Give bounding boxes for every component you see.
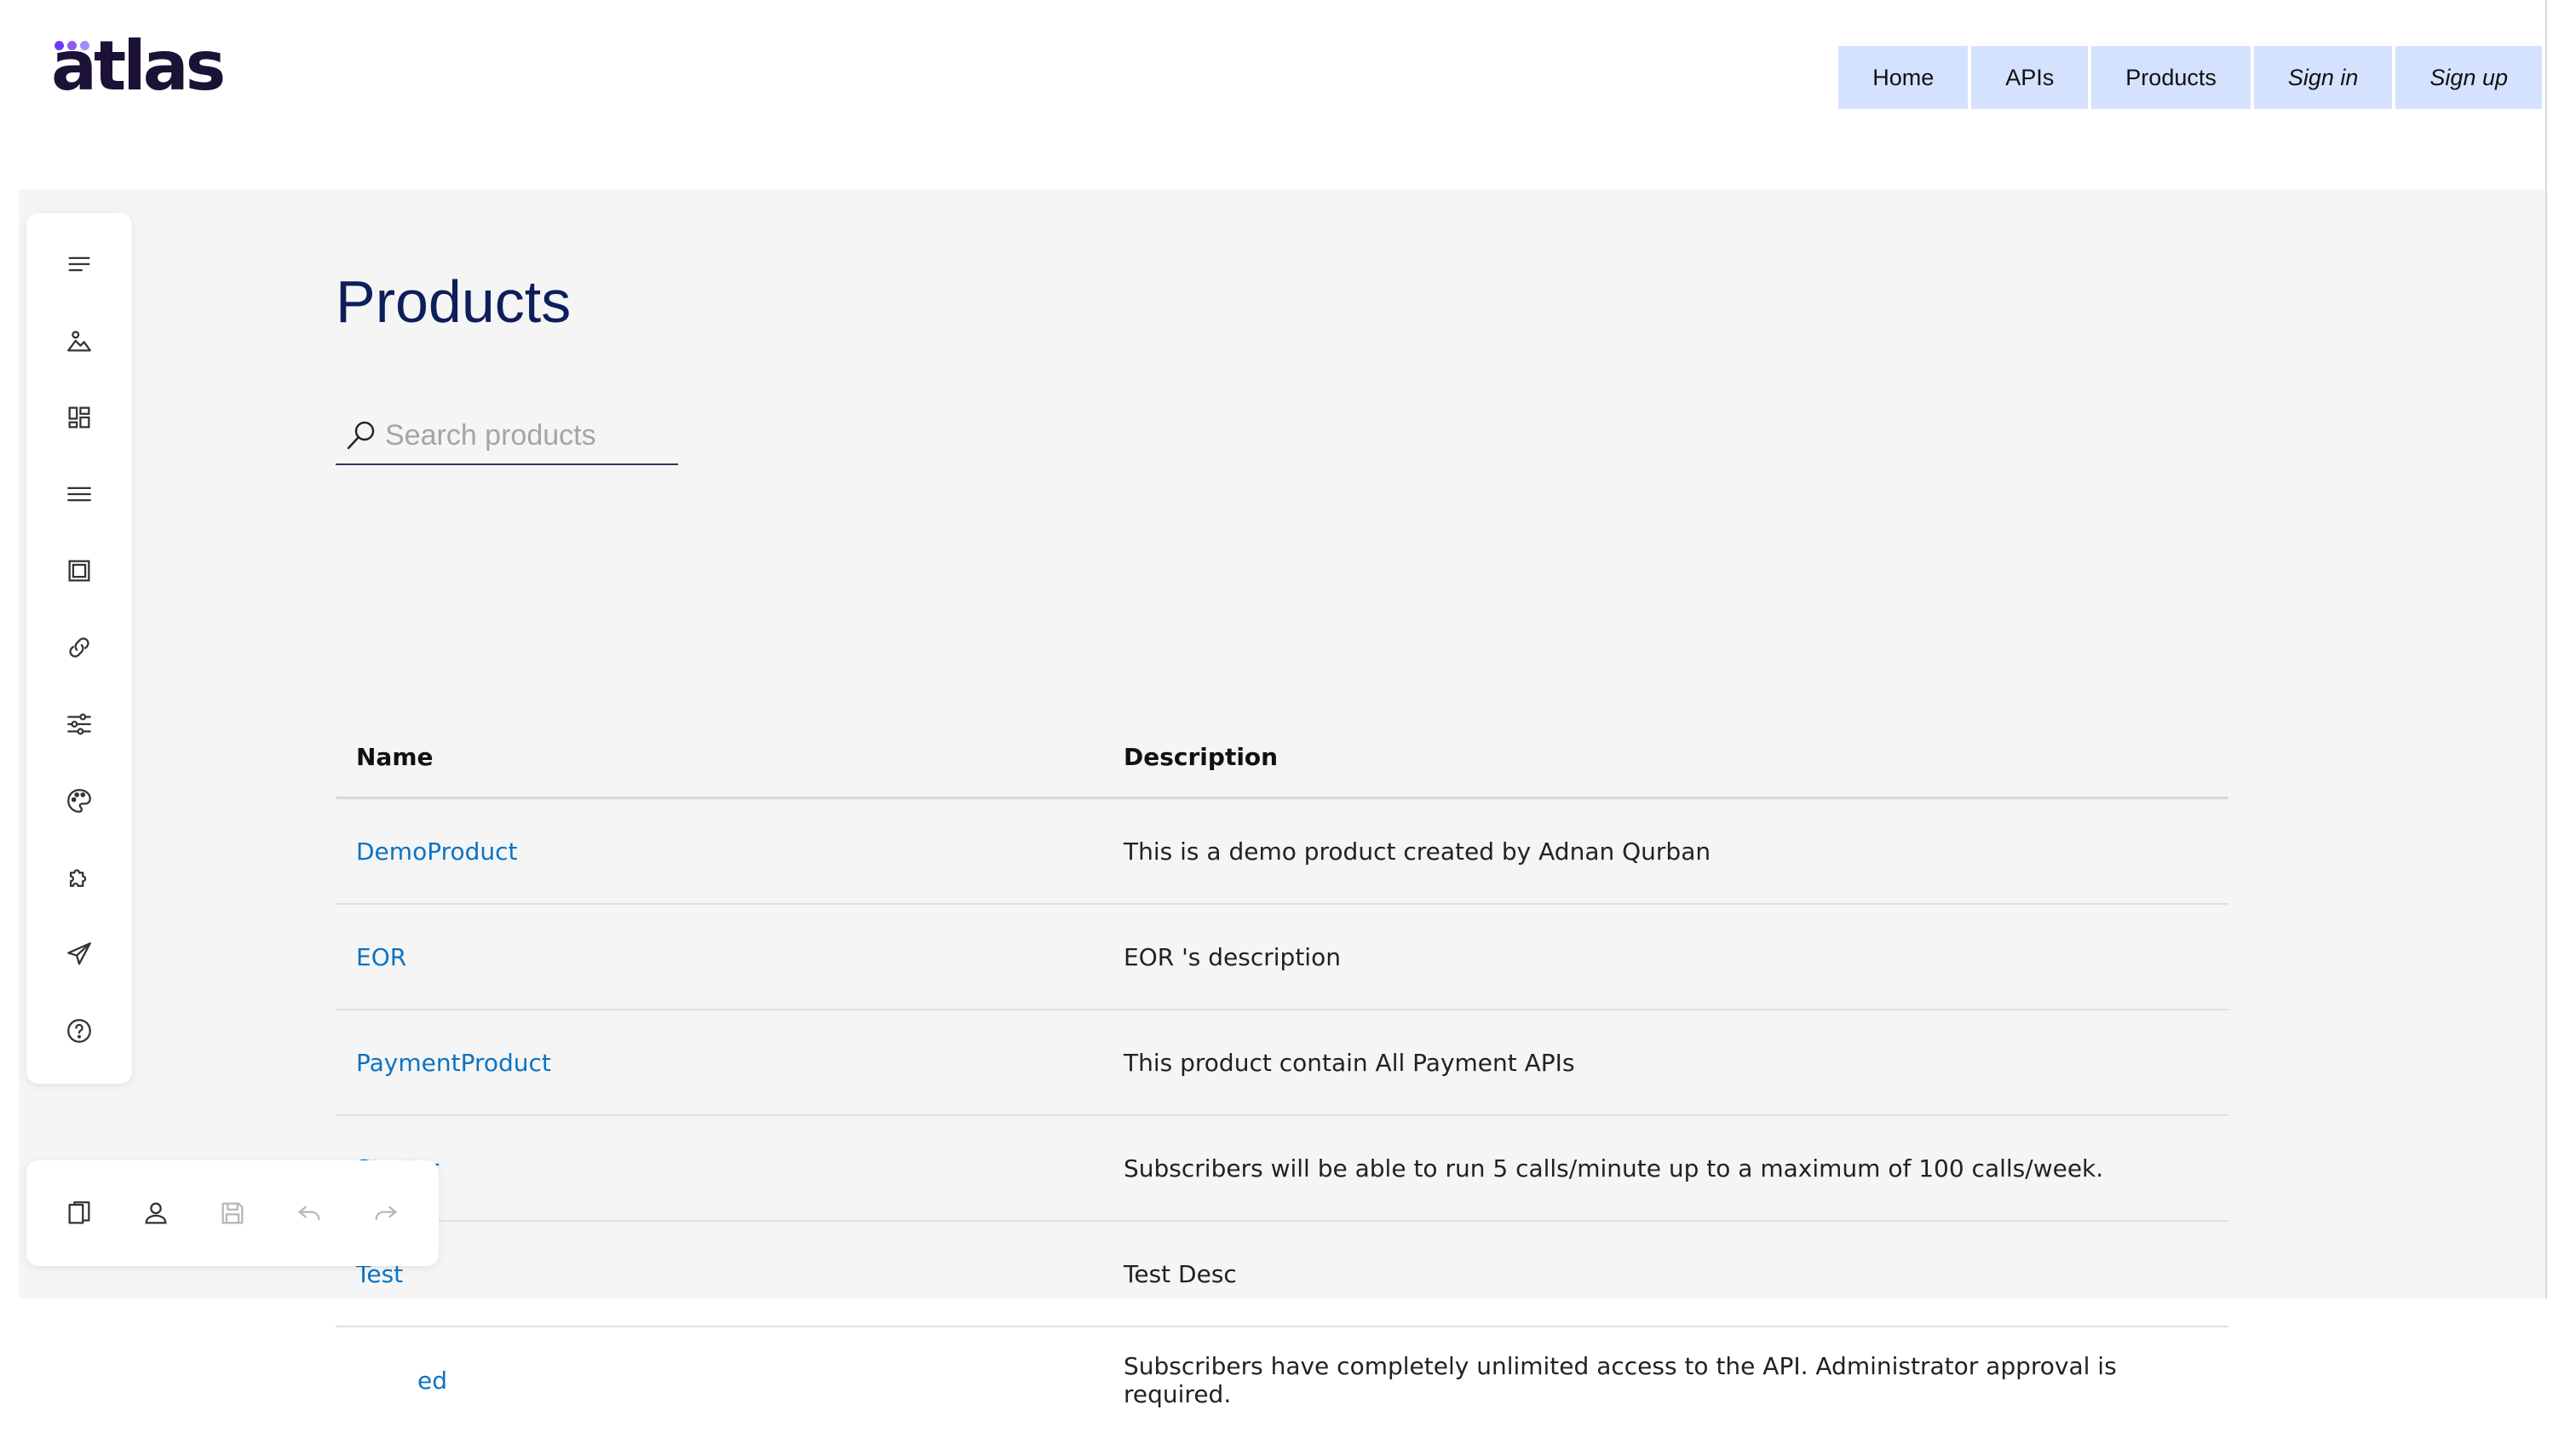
product-description: This is a demo product created by Adnan … — [1124, 837, 1711, 866]
table-header: Name Description — [336, 717, 2228, 799]
dashboard-icon[interactable] — [55, 394, 103, 441]
puzzle-icon[interactable] — [55, 854, 103, 901]
search-input[interactable] — [382, 418, 663, 452]
product-description: Subscribers will be able to run 5 calls/… — [1124, 1154, 2104, 1183]
header-description: Description — [1124, 743, 1279, 771]
table-row: ed Subscribers have completely unlimited… — [336, 1327, 2228, 1433]
header: atlas Home APIs Products Sign in Sign up — [0, 0, 2576, 189]
table-row: Test Test Desc — [336, 1222, 2228, 1327]
menu-icon[interactable] — [55, 470, 103, 518]
save-icon[interactable] — [209, 1189, 256, 1237]
sliders-icon[interactable] — [55, 700, 103, 748]
top-nav: Home APIs Products Sign in Sign up — [1838, 46, 2542, 109]
image-icon[interactable] — [55, 317, 103, 365]
palette-icon[interactable] — [55, 777, 103, 825]
search-icon — [341, 415, 382, 456]
logo-text: atlas — [51, 26, 226, 106]
frame-icon[interactable] — [55, 547, 103, 595]
undo-icon[interactable] — [285, 1189, 333, 1237]
nav-home[interactable]: Home — [1838, 46, 1969, 109]
nav-apis[interactable]: APIs — [1971, 46, 2089, 109]
product-link-unlimited[interactable]: ed — [417, 1367, 447, 1395]
product-description: EOR 's description — [1124, 942, 1341, 971]
editor-bottom-bar — [26, 1160, 439, 1266]
editor-toolbar — [26, 213, 132, 1084]
redo-icon[interactable] — [362, 1189, 410, 1237]
atlas-logo[interactable]: atlas — [51, 32, 227, 102]
header-name: Name — [356, 743, 434, 771]
search-box — [336, 407, 678, 465]
nav-products[interactable]: Products — [2091, 46, 2251, 109]
table-row: PaymentProduct This product contain All … — [336, 1010, 2228, 1116]
table-row: EOR EOR 's description — [336, 905, 2228, 1010]
nav-sign-up[interactable]: Sign up — [2395, 46, 2542, 109]
nav-sign-in[interactable]: Sign in — [2253, 46, 2393, 109]
table-row: DemoProduct This is a demo product creat… — [336, 799, 2228, 905]
main-content: Products Name Description DemoProduct Th… — [19, 189, 2547, 1408]
page-right-border — [2545, 0, 2547, 1298]
product-description: Test Desc — [1124, 1259, 1237, 1288]
product-description: This product contain All Payment APIs — [1124, 1048, 1575, 1077]
text-lines-icon[interactable] — [55, 240, 103, 288]
pages-icon[interactable] — [55, 1189, 103, 1237]
products-table: Name Description DemoProduct This is a d… — [336, 717, 2228, 1433]
table-row: Starter Subscribers will be able to run … — [336, 1116, 2228, 1222]
product-description: Subscribers have completely unlimited ac… — [1124, 1352, 2117, 1408]
send-icon[interactable] — [55, 930, 103, 978]
link-icon[interactable] — [55, 624, 103, 671]
help-icon[interactable] — [55, 1007, 103, 1055]
product-link-paymentproduct[interactable]: PaymentProduct — [356, 1049, 551, 1077]
page-title: Products — [336, 268, 572, 335]
product-link-demoproduct[interactable]: DemoProduct — [356, 837, 518, 866]
product-link-eor[interactable]: EOR — [356, 943, 406, 971]
user-icon[interactable] — [132, 1189, 180, 1237]
